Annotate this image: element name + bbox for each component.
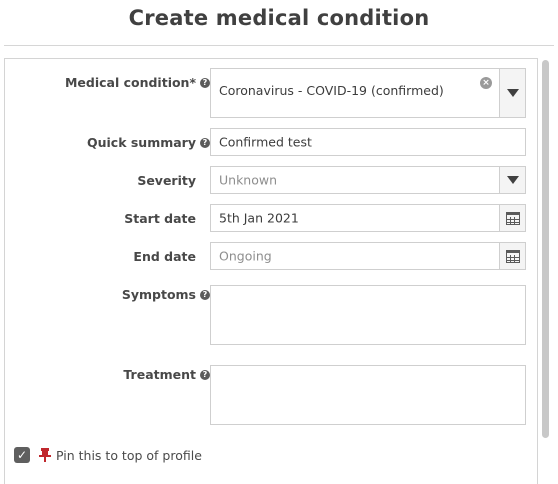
question-circle-icon[interactable]: ? xyxy=(200,137,210,148)
pin-to-top-option[interactable]: ✓ Pin this to top of profile xyxy=(14,446,202,464)
medical-condition-value: Coronavirus - COVID-19 (confirmed) xyxy=(219,83,444,98)
start-date-value: 5th Jan 2021 xyxy=(219,210,299,226)
pin-checkbox[interactable]: ✓ xyxy=(14,447,30,463)
quick-summary-input[interactable]: Confirmed test xyxy=(210,128,526,156)
medical-condition-label: Medical condition* ? xyxy=(65,75,210,90)
quick-summary-label-text: Quick summary xyxy=(86,135,196,150)
question-circle-icon[interactable]: ? xyxy=(200,77,210,88)
question-circle-icon[interactable]: ? xyxy=(200,289,210,300)
start-date-label: Start date xyxy=(124,211,210,226)
end-date-picker-button[interactable] xyxy=(499,243,525,269)
treatment-textarea[interactable] xyxy=(210,365,526,425)
clear-x-icon[interactable]: × xyxy=(480,77,492,89)
severity-placeholder: Unknown xyxy=(219,172,278,188)
question-circle-icon[interactable]: ? xyxy=(200,369,210,380)
end-date-label: End date xyxy=(133,249,210,264)
medical-condition-dropdown-toggle[interactable] xyxy=(499,69,525,117)
calendar-icon xyxy=(505,249,520,263)
end-date-label-text: End date xyxy=(133,249,196,264)
symptoms-textarea[interactable] xyxy=(210,285,526,345)
severity-label: Severity xyxy=(137,173,210,188)
scrollbar-thumb[interactable] xyxy=(542,60,549,438)
treatment-label: Treatment ? xyxy=(123,367,210,382)
end-date-input[interactable]: Ongoing xyxy=(210,242,526,270)
check-icon: ✓ xyxy=(16,448,28,462)
severity-select[interactable]: Unknown xyxy=(210,166,526,194)
severity-label-text: Severity xyxy=(137,173,196,188)
dialog-header: Create medical condition xyxy=(0,0,558,46)
end-date-placeholder: Ongoing xyxy=(219,248,272,264)
quick-summary-value: Confirmed test xyxy=(219,134,312,150)
pin-label[interactable]: Pin this to top of profile xyxy=(56,448,202,463)
start-date-picker-button[interactable] xyxy=(499,205,525,231)
symptoms-label: Symptoms ? xyxy=(122,287,210,302)
thumbtack-icon xyxy=(39,448,51,462)
medical-condition-select[interactable]: Coronavirus - COVID-19 (confirmed) × xyxy=(210,68,526,118)
page-title: Create medical condition xyxy=(128,6,430,30)
quick-summary-label: Quick summary ? xyxy=(87,135,210,150)
symptoms-label-text: Symptoms xyxy=(121,287,196,302)
calendar-icon xyxy=(505,211,520,225)
caret-down-icon xyxy=(506,89,519,97)
scrollbar[interactable] xyxy=(540,58,550,484)
severity-dropdown-toggle[interactable] xyxy=(499,167,525,193)
title-divider xyxy=(4,45,554,46)
start-date-input[interactable]: 5th Jan 2021 xyxy=(210,204,526,232)
caret-down-icon xyxy=(506,176,519,184)
treatment-label-text: Treatment xyxy=(123,367,196,382)
start-date-label-text: Start date xyxy=(124,211,196,226)
medical-condition-label-text: Medical condition* xyxy=(64,75,196,90)
